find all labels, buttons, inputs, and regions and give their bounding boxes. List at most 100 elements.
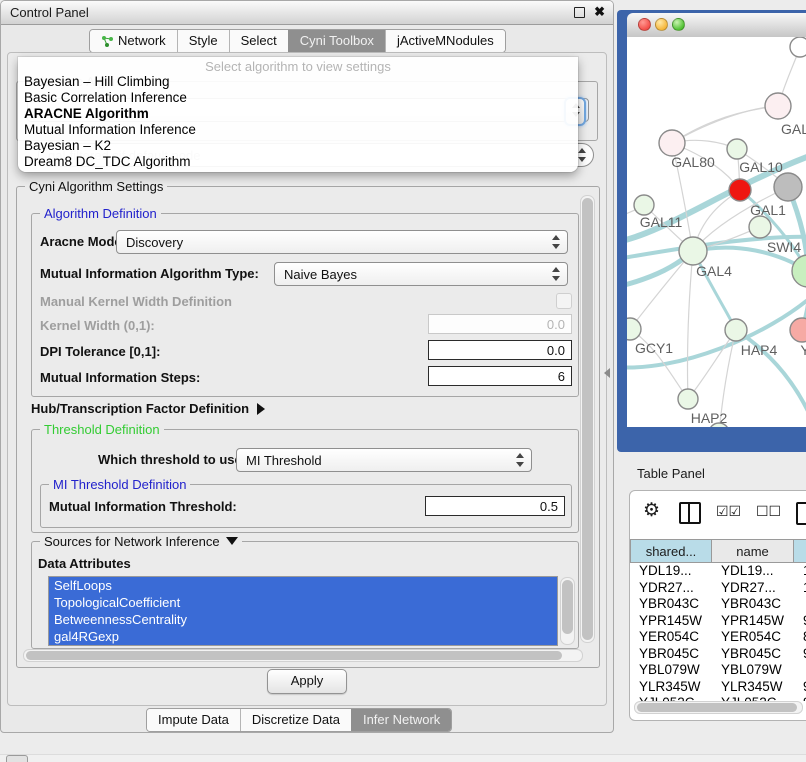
data-attributes-list[interactable]: SelfLoopsTopologicalCoefficientBetweenne… xyxy=(48,576,558,646)
table-row[interactable]: YBR045CYBR045C9. xyxy=(630,646,806,663)
dpi-tolerance-field[interactable]: 0.0 xyxy=(428,340,572,360)
network-node-gal1[interactable] xyxy=(729,179,751,201)
table-body[interactable]: YDL19...YDL19...13YDR27...YDR27...12YBR0… xyxy=(630,563,806,701)
threshold-definition-group: Threshold Definition Which threshold to … xyxy=(31,429,579,533)
close-traffic-light-icon[interactable] xyxy=(638,18,651,31)
tab-discretize-data[interactable]: Discretize Data xyxy=(240,709,351,731)
table-panel-title: Table Panel xyxy=(637,466,705,481)
table-row[interactable]: YBR043CYBR043C xyxy=(630,596,806,613)
aracne-mode-combo[interactable]: Discovery xyxy=(116,230,568,254)
mi-threshold-group: MI Threshold Definition Mutual Informati… xyxy=(40,484,572,528)
close-icon[interactable]: ✖ xyxy=(594,4,605,20)
tab-jactivemnodules[interactable]: jActiveMNodules xyxy=(385,30,505,52)
apply-button[interactable]: Apply xyxy=(267,669,347,694)
network-node-gal10[interactable] xyxy=(727,139,747,159)
dropdown-placeholder: Select algorithm to view settings xyxy=(18,59,578,74)
collapsed-panel-button[interactable] xyxy=(6,755,28,762)
sources-title-label: Sources for Network Inference xyxy=(44,534,220,549)
gear-icon[interactable]: ⚙ xyxy=(643,500,660,522)
tab-select[interactable]: Select xyxy=(229,30,288,52)
attribute-item[interactable]: SelfLoops xyxy=(49,577,557,594)
network-node-hap4[interactable] xyxy=(725,319,747,341)
algorithm-option[interactable]: ARACNE Algorithm xyxy=(18,106,578,122)
network-node-gal80[interactable] xyxy=(659,130,685,156)
table-header-row: shared... name xyxy=(630,539,806,563)
algorithm-option[interactable]: Dream8 DC_TDC Algorithm xyxy=(18,154,578,170)
attribute-item[interactable]: BetweennessCentrality xyxy=(49,611,557,628)
tab-network-label: Network xyxy=(118,33,166,48)
split-columns-icon[interactable] xyxy=(679,502,701,524)
network-icon xyxy=(101,32,114,44)
expand-right-icon[interactable] xyxy=(257,403,265,415)
table-row[interactable]: YDR27...YDR27...12 xyxy=(630,580,806,597)
hub-definition-toggle[interactable]: Hub/Transcription Factor Definition xyxy=(31,401,265,416)
sources-group: Sources for Network Inference Data Attri… xyxy=(31,541,579,649)
table-row[interactable]: YPR145WYPR145W9. xyxy=(630,613,806,630)
combo-arrows-icon xyxy=(516,453,525,467)
network-node[interactable] xyxy=(792,255,806,287)
node-label: SWI4 xyxy=(767,239,801,255)
show-columns-icon[interactable]: ☑☑ xyxy=(716,500,741,522)
float-window-icon[interactable] xyxy=(574,7,585,18)
control-panel-tabbar: Network Style Select Cyni Toolbox jActiv… xyxy=(89,29,506,53)
network-node-swi4[interactable] xyxy=(749,216,771,238)
collapse-down-icon[interactable] xyxy=(226,537,238,545)
sources-group-title[interactable]: Sources for Network Inference xyxy=(40,534,242,549)
tab-network[interactable]: Network xyxy=(90,30,177,52)
attribute-item[interactable]: gal4RGexp xyxy=(49,628,557,645)
column-header-partial[interactable] xyxy=(794,539,806,563)
network-canvas[interactable]: GALGAL80GAL10GAL1GAL11SWI4GAL4GCY1HAP4YH… xyxy=(627,37,806,427)
manual-kernel-checkbox[interactable] xyxy=(556,293,572,309)
tab-style[interactable]: Style xyxy=(177,30,229,52)
settings-vertical-scrollbar[interactable] xyxy=(580,195,595,643)
node-label: GAL11 xyxy=(640,214,683,230)
network-view-titlebar[interactable] xyxy=(627,13,806,38)
algorithm-option[interactable]: Bayesian – Hill Climbing xyxy=(18,74,578,90)
mi-steps-field[interactable]: 6 xyxy=(428,366,572,386)
network-node-hap2[interactable] xyxy=(678,389,698,409)
mi-threshold-field[interactable]: 0.5 xyxy=(425,496,565,516)
minimize-traffic-light-icon[interactable] xyxy=(655,18,668,31)
hub-definition-label: Hub/Transcription Factor Definition xyxy=(31,401,249,416)
column-header-name[interactable]: name xyxy=(712,539,794,563)
attributes-scrollbar[interactable] xyxy=(560,577,575,645)
network-node-gcy1[interactable] xyxy=(627,318,641,340)
network-node-gal4[interactable] xyxy=(679,237,707,265)
network-node[interactable] xyxy=(790,37,806,57)
manual-kernel-label: Manual Kernel Width Definition xyxy=(40,294,232,309)
algorithm-option[interactable]: Bayesian – K2 xyxy=(18,138,578,154)
node-label: HAP4 xyxy=(741,342,778,358)
node-label: GAL1 xyxy=(750,202,786,218)
table-cell: YBR045C xyxy=(630,646,712,663)
which-threshold-combo[interactable]: MI Threshold xyxy=(236,448,532,472)
settings-horizontal-scrollbar[interactable] xyxy=(23,649,583,662)
tab-cyni-toolbox[interactable]: Cyni Toolbox xyxy=(288,30,385,52)
algorithm-option[interactable]: Mutual Information Inference xyxy=(18,122,578,138)
network-node[interactable] xyxy=(774,173,802,201)
table-row[interactable]: YER054CYER054C8. xyxy=(630,629,806,646)
which-threshold-label: Which threshold to use: xyxy=(98,452,246,467)
tab-impute-data[interactable]: Impute Data xyxy=(147,709,240,731)
network-node-gal11[interactable] xyxy=(634,195,654,215)
algorithm-option[interactable]: Basic Correlation Inference xyxy=(18,90,578,106)
node-label: GCY1 xyxy=(635,340,673,356)
table-cell: 13 xyxy=(794,563,806,580)
export-table-icon[interactable] xyxy=(796,502,806,525)
table-row[interactable]: YDL19...YDL19...13 xyxy=(630,563,806,580)
tab-infer-network[interactable]: Infer Network xyxy=(351,709,451,731)
column-header-shared-name[interactable]: shared... xyxy=(630,539,712,563)
attribute-item[interactable]: TopologicalCoefficient xyxy=(49,594,557,611)
mi-type-combo[interactable]: Naive Bayes xyxy=(274,262,568,286)
table-horizontal-scrollbar[interactable] xyxy=(634,701,803,714)
splitter-collapse-icon[interactable] xyxy=(604,368,610,378)
table-row[interactable]: YBL079WYBL079W xyxy=(630,662,806,679)
control-panel-titlebar[interactable]: Control Panel ✖ xyxy=(1,1,613,25)
kernel-width-field[interactable]: 0.0 xyxy=(428,314,572,334)
which-threshold-value: MI Threshold xyxy=(246,453,322,468)
hide-columns-icon[interactable]: ☐☐ xyxy=(756,500,781,522)
table-cell: YBL079W xyxy=(712,662,794,679)
network-node-gal[interactable] xyxy=(765,93,791,119)
zoom-traffic-light-icon[interactable] xyxy=(672,18,685,31)
table-row[interactable]: YLR345WYLR345W9. xyxy=(630,679,806,696)
network-node-y[interactable] xyxy=(790,318,806,342)
